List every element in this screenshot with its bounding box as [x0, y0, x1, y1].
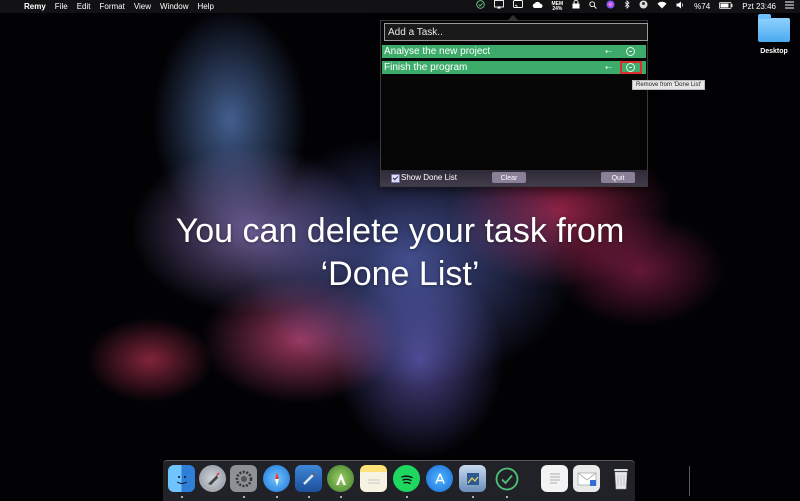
- launchpad-icon[interactable]: [199, 465, 226, 492]
- show-done-checkbox[interactable]: [391, 174, 400, 183]
- dock: [163, 460, 690, 501]
- menu-bar: Remy File Edit Format View Window Help M…: [0, 0, 800, 13]
- android-studio-icon[interactable]: [327, 465, 354, 492]
- desktop-folder-label: Desktop: [760, 48, 788, 55]
- remy-status-icon[interactable]: [475, 0, 485, 13]
- menu-format[interactable]: Format: [99, 0, 124, 13]
- running-indicator: [506, 496, 508, 498]
- cast-icon[interactable]: [512, 0, 523, 13]
- xcode-icon[interactable]: [295, 465, 322, 492]
- move-back-arrow-icon[interactable]: ⇠: [605, 45, 612, 58]
- bluetooth-icon[interactable]: [624, 0, 630, 13]
- caption: You can delete your task from ‘Done List…: [120, 210, 680, 296]
- wifi-icon[interactable]: [657, 0, 667, 13]
- menu-edit[interactable]: Edit: [77, 0, 91, 13]
- task-row-1[interactable]: Analyse the new project ⇠: [382, 45, 646, 58]
- popover-footer: Show Done List Clear Quit: [381, 170, 647, 186]
- remove-highlight-box: [620, 61, 642, 74]
- trash-icon[interactable]: [607, 465, 634, 492]
- user-icon[interactable]: [639, 0, 648, 13]
- desktop-folder[interactable]: Desktop: [752, 14, 796, 55]
- document-icon[interactable]: [541, 465, 568, 492]
- menu-view[interactable]: View: [134, 0, 151, 13]
- app-store-icon[interactable]: [426, 465, 453, 492]
- memory-monitor-value: 24%: [552, 5, 563, 12]
- spotify-icon[interactable]: [393, 465, 420, 492]
- task-label: Finish the program: [384, 62, 468, 73]
- mail-doc-icon[interactable]: [573, 465, 600, 492]
- memory-monitor[interactable]: MEM 24%: [552, 1, 564, 12]
- battery-icon[interactable]: [719, 0, 733, 13]
- task-label: Analyse the new project: [384, 46, 491, 57]
- battery-percent: %74: [694, 2, 711, 11]
- remove-circle-icon[interactable]: [626, 47, 635, 56]
- running-indicator: [243, 496, 245, 498]
- caption-line-2: ‘Done List’: [320, 255, 480, 293]
- finder-icon[interactable]: [168, 465, 195, 492]
- search-icon[interactable]: [589, 0, 597, 13]
- move-back-arrow-icon[interactable]: ⇠: [605, 61, 612, 74]
- remove-tooltip: Remove from 'Done List': [632, 80, 706, 90]
- volume-icon[interactable]: [676, 0, 685, 13]
- safari-icon[interactable]: [263, 465, 290, 492]
- caption-line-1: You can delete your task from: [175, 212, 625, 250]
- add-task-input[interactable]: [384, 23, 648, 41]
- running-indicator: [340, 496, 342, 498]
- screen-mirroring-icon[interactable]: [493, 0, 504, 13]
- show-done-label[interactable]: Show Done List: [401, 173, 457, 182]
- task-popover: Analyse the new project ⇠ Finish the pro…: [380, 20, 648, 187]
- notification-center-icon[interactable]: [785, 0, 794, 13]
- preview-icon[interactable]: [459, 465, 486, 492]
- status-area: MEM 24% %74 Pzt 23:46: [475, 0, 794, 13]
- app-menu[interactable]: Remy: [24, 0, 46, 13]
- clock[interactable]: Pzt 23:46: [742, 0, 776, 13]
- quit-button[interactable]: Quit: [601, 172, 635, 183]
- clear-button[interactable]: Clear: [492, 172, 526, 183]
- notes-icon[interactable]: [360, 465, 387, 492]
- folder-icon: [758, 14, 790, 42]
- running-indicator: [181, 496, 183, 498]
- menu-window[interactable]: Window: [160, 0, 188, 13]
- system-preferences-icon[interactable]: [230, 465, 257, 492]
- running-indicator: [308, 496, 310, 498]
- task-row-2[interactable]: Finish the program ⇠: [382, 61, 646, 74]
- running-indicator: [406, 496, 408, 498]
- dock-separator: [689, 466, 690, 496]
- running-indicator: [276, 496, 278, 498]
- menu-help[interactable]: Help: [197, 0, 213, 13]
- lock-icon[interactable]: [572, 0, 580, 13]
- menu-file[interactable]: File: [55, 0, 68, 13]
- siri-icon[interactable]: [606, 0, 615, 13]
- remy-check-icon[interactable]: [493, 465, 520, 492]
- running-indicator: [472, 496, 474, 498]
- cloud-icon[interactable]: [532, 0, 543, 13]
